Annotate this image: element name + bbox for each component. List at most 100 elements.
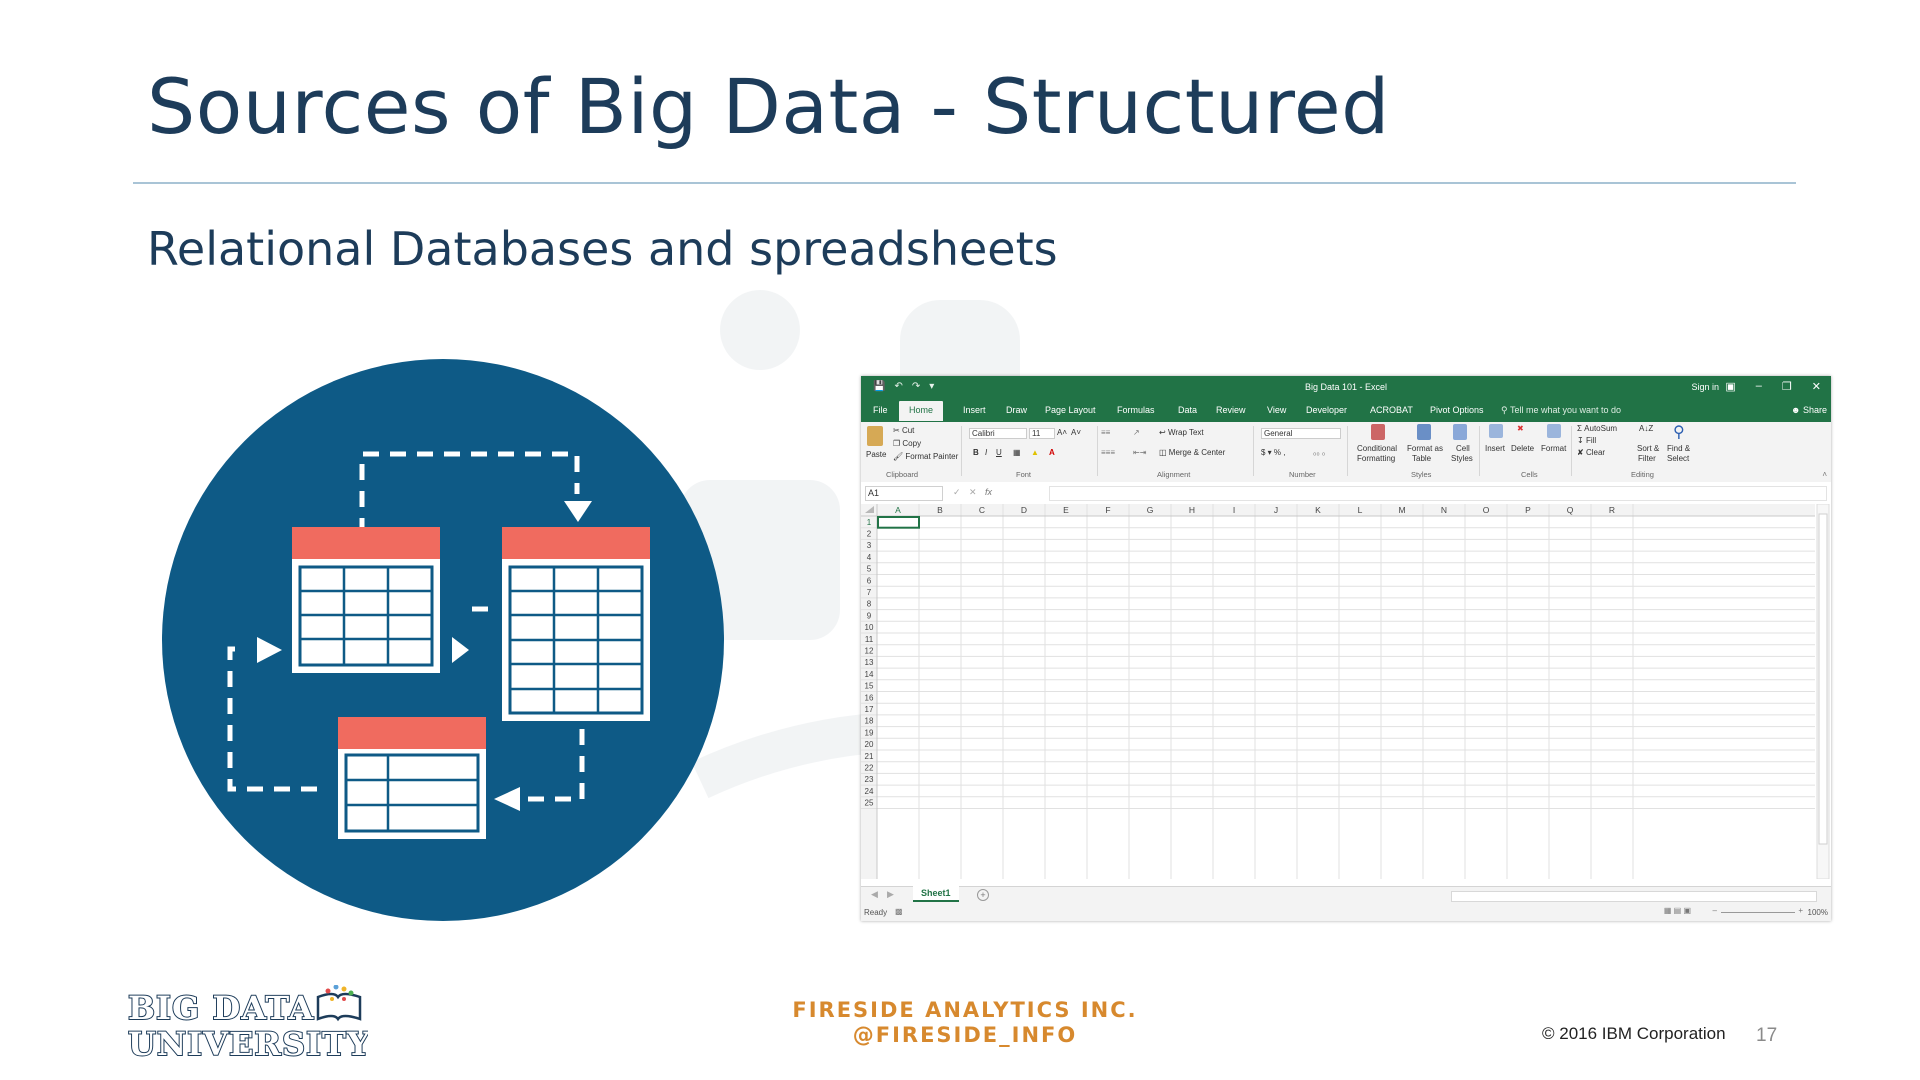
- column-header[interactable]: E: [1063, 505, 1069, 515]
- copy-button[interactable]: ❐ Copy: [893, 439, 921, 448]
- insert-cells-button[interactable]: Insert: [1485, 444, 1505, 453]
- conditional-formatting-icon[interactable]: [1371, 424, 1385, 440]
- view-modes-icon[interactable]: ▦ ▤ ▣: [1664, 906, 1691, 915]
- find-select-button[interactable]: Find &: [1667, 444, 1690, 453]
- row-header[interactable]: 3: [867, 541, 872, 550]
- row-header[interactable]: 21: [865, 752, 874, 761]
- row-header[interactable]: 5: [867, 565, 872, 574]
- row-header[interactable]: 22: [865, 764, 874, 773]
- row-header[interactable]: 15: [865, 682, 874, 691]
- tab-acrobat[interactable]: ACROBAT: [1370, 405, 1413, 415]
- row-header[interactable]: 16: [865, 693, 874, 702]
- tab-insert[interactable]: Insert: [963, 405, 986, 415]
- row-header[interactable]: 1: [867, 518, 872, 527]
- row-header[interactable]: 2: [867, 530, 872, 539]
- column-header[interactable]: L: [1358, 505, 1363, 515]
- zoom-in-icon[interactable]: +: [1798, 906, 1803, 915]
- column-header[interactable]: Q: [1567, 505, 1574, 515]
- format-cells-icon[interactable]: [1547, 424, 1561, 438]
- paste-button[interactable]: Paste: [866, 450, 886, 459]
- row-header[interactable]: 9: [867, 611, 872, 620]
- row-header[interactable]: 12: [865, 647, 874, 656]
- column-header[interactable]: B: [937, 505, 943, 515]
- column-header[interactable]: C: [979, 505, 985, 515]
- tell-me-box[interactable]: ⚲ Tell me what you want to do: [1501, 405, 1621, 416]
- row-header[interactable]: 25: [865, 799, 874, 808]
- row-header[interactable]: 17: [865, 705, 874, 714]
- row-header[interactable]: 10: [865, 623, 874, 632]
- tab-view[interactable]: View: [1267, 405, 1286, 415]
- indent-icon[interactable]: ⇤⇥: [1133, 448, 1146, 457]
- column-header[interactable]: M: [1398, 505, 1405, 515]
- horizontal-scrollbar[interactable]: [1451, 891, 1817, 902]
- wrap-text-button[interactable]: ↩ Wrap Text: [1159, 428, 1204, 437]
- row-header[interactable]: 8: [867, 600, 872, 609]
- vertical-scroll-thumb[interactable]: [1818, 513, 1828, 845]
- row-header[interactable]: 13: [865, 658, 874, 667]
- fill-button[interactable]: ↧ Fill: [1577, 436, 1596, 445]
- column-header[interactable]: G: [1147, 505, 1154, 515]
- column-header[interactable]: F: [1105, 505, 1110, 515]
- column-header[interactable]: K: [1315, 505, 1321, 515]
- column-header[interactable]: J: [1274, 505, 1278, 515]
- tab-draw[interactable]: Draw: [1006, 405, 1027, 415]
- font-name-select[interactable]: Calibri: [969, 428, 1027, 439]
- number-format-select[interactable]: General: [1261, 428, 1341, 439]
- conditional-formatting-button[interactable]: Conditional: [1357, 444, 1397, 453]
- row-header[interactable]: 24: [865, 787, 874, 796]
- sheet-tab-sheet1[interactable]: Sheet1: [913, 886, 959, 902]
- paste-icon[interactable]: [867, 426, 883, 446]
- zoom-out-icon[interactable]: –: [1713, 906, 1717, 915]
- decimal-icon[interactable]: ₀₀ ₀: [1313, 448, 1325, 457]
- zoom-slider[interactable]: [1721, 912, 1795, 913]
- cut-button[interactable]: ✂ Cut: [893, 426, 914, 435]
- cell-styles-icon[interactable]: [1453, 424, 1467, 440]
- formula-input[interactable]: [1049, 486, 1827, 501]
- tab-pivot-options[interactable]: Pivot Options: [1430, 405, 1484, 415]
- currency-icon[interactable]: $ ▾ % ,: [1261, 448, 1285, 457]
- next-sheet-icon[interactable]: ▶: [887, 889, 894, 900]
- format-cells-button[interactable]: Format: [1541, 444, 1566, 453]
- minimize-icon[interactable]: –: [1756, 380, 1762, 393]
- column-header[interactable]: N: [1441, 505, 1447, 515]
- tab-home[interactable]: Home: [899, 401, 944, 421]
- collapse-ribbon-icon[interactable]: ˄: [1822, 470, 1827, 479]
- row-header[interactable]: 14: [865, 670, 874, 679]
- align-left-icon[interactable]: ≡≡≡: [1101, 448, 1115, 457]
- autosum-button[interactable]: Σ AutoSum: [1577, 424, 1617, 433]
- row-header[interactable]: 20: [865, 740, 874, 749]
- format-as-table-icon[interactable]: [1417, 424, 1431, 440]
- insert-function-icon[interactable]: fx: [985, 487, 992, 497]
- macro-record-icon[interactable]: ▩: [895, 907, 903, 916]
- insert-cells-icon[interactable]: [1489, 424, 1503, 438]
- column-header[interactable]: H: [1189, 505, 1195, 515]
- cancel-entry-icon[interactable]: ✕: [969, 487, 977, 498]
- ribbon-display-icon[interactable]: ▣: [1725, 380, 1735, 393]
- font-color-icon[interactable]: A: [1049, 448, 1055, 457]
- italic-icon[interactable]: I: [985, 448, 987, 457]
- orientation-icon[interactable]: ↗: [1133, 428, 1140, 437]
- tab-page-layout[interactable]: Page Layout: [1045, 405, 1096, 415]
- column-header[interactable]: R: [1609, 505, 1615, 515]
- column-header[interactable]: D: [1021, 505, 1027, 515]
- row-header[interactable]: 4: [867, 553, 872, 562]
- sort-filter-icon[interactable]: A↓Z: [1639, 424, 1653, 433]
- row-header[interactable]: 6: [867, 576, 872, 585]
- row-header[interactable]: 11: [865, 635, 874, 644]
- row-header[interactable]: 7: [867, 588, 872, 597]
- merge-center-button[interactable]: ◫ Merge & Center: [1159, 448, 1225, 457]
- increase-font-icon[interactable]: A˄: [1057, 428, 1067, 437]
- column-header[interactable]: P: [1525, 505, 1531, 515]
- confirm-entry-icon[interactable]: ✓: [953, 487, 961, 498]
- cell-styles-button[interactable]: Cell: [1456, 444, 1470, 453]
- underline-icon[interactable]: U: [996, 448, 1002, 457]
- clear-button[interactable]: ✘ Clear: [1577, 448, 1605, 457]
- delete-cells-button[interactable]: Delete: [1511, 444, 1534, 453]
- close-icon[interactable]: ✕: [1812, 380, 1821, 393]
- row-header[interactable]: 19: [865, 728, 874, 737]
- tab-file[interactable]: File: [873, 405, 888, 415]
- align-top-icon[interactable]: ≡≡: [1101, 428, 1110, 437]
- row-header[interactable]: 23: [865, 775, 874, 784]
- tab-formulas[interactable]: Formulas: [1117, 405, 1155, 415]
- name-box[interactable]: A1: [865, 486, 943, 501]
